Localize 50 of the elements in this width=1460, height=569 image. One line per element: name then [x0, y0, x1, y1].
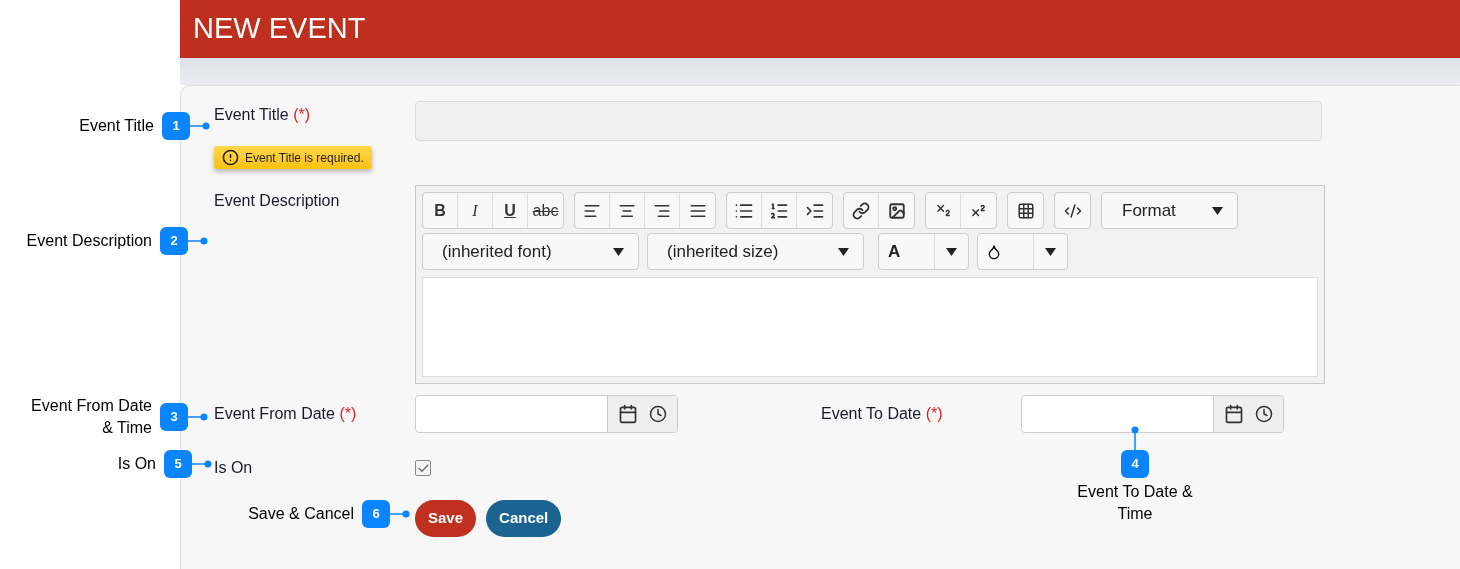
callout-label: Event From Date & Time [30, 396, 152, 438]
callout-badge: 4 [1121, 450, 1149, 478]
callout-badge: 1 [162, 112, 190, 140]
field-label: Event Title (*) [214, 105, 312, 125]
date-field[interactable] [415, 395, 678, 433]
caret-icon [1212, 206, 1223, 215]
field-label: Event To Date (*) [821, 404, 944, 424]
caret-icon [613, 247, 624, 256]
caret-icon [838, 247, 849, 256]
field-label: Event From Date (*) [214, 404, 358, 424]
field-label: Event Description [214, 191, 341, 211]
leader-line [190, 122, 210, 130]
leader-line [192, 460, 212, 468]
leader-line [188, 237, 208, 245]
title-input[interactable] [415, 101, 1322, 141]
caret-icon [1045, 247, 1056, 256]
callout-label: Save & Cancel [248, 504, 354, 524]
clock-icon[interactable] [1255, 405, 1274, 423]
warning-icon [222, 149, 239, 166]
callout-badge: 2 [160, 227, 188, 255]
format-button[interactable]: abc [528, 193, 563, 228]
checkbox[interactable] [415, 460, 431, 476]
font-select[interactable]: (inherited font) [422, 233, 639, 270]
calendar-icon[interactable] [617, 404, 638, 424]
leader-line [390, 510, 410, 518]
calendar-icon[interactable] [1223, 404, 1244, 424]
format-dropdown[interactable]: Format [1101, 192, 1238, 229]
rich-text-editor[interactable]: B I U abc Format (inherited font) (inherited size) A [415, 185, 1325, 384]
callout-label: Event Title [79, 116, 154, 136]
callout-badge: 6 [362, 500, 390, 528]
format-button[interactable]: U [493, 193, 528, 228]
format-button[interactable]: I [458, 193, 493, 228]
validation-badge: Event Title is required. [214, 146, 372, 169]
droplet-icon [986, 243, 1002, 260]
callout-label: Event To Date & Time [1076, 482, 1194, 524]
field-label: Is On [214, 458, 254, 478]
page-title: NEW EVENT [193, 11, 366, 47]
size-select[interactable]: (inherited size) [647, 233, 864, 270]
callout-label: Event Description [26, 231, 152, 251]
callout-badge: 5 [164, 450, 192, 478]
leader-line [1131, 426, 1139, 450]
cancel-button[interactable]: Cancel [486, 500, 562, 537]
callout-label: Is On [117, 454, 156, 474]
caret-icon [946, 247, 957, 256]
format-button[interactable]: B [423, 193, 458, 228]
leader-line [188, 413, 208, 421]
callout-badge: 3 [160, 403, 188, 431]
save-button[interactable]: Save [415, 500, 477, 537]
date-field[interactable] [1021, 395, 1284, 433]
clock-icon[interactable] [649, 405, 668, 423]
